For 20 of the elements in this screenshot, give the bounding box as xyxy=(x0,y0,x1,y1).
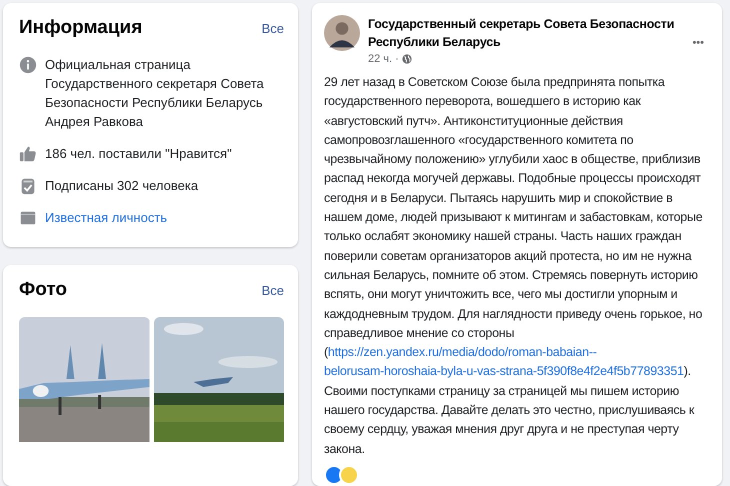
see-all-link[interactable]: Все xyxy=(262,282,284,298)
card-title: Информация xyxy=(19,17,142,39)
more-options-button[interactable]: ••• xyxy=(686,33,710,53)
info-icon xyxy=(19,56,37,74)
info-text: Официальная страница Государственного секретаря Совета Безопасности Республики Беларусь Андрея Равкова xyxy=(45,56,265,131)
post-link[interactable]: belorusam-horoshaia-byla-u-vas-strana-5f390f8e4f2e4f5b77893351 xyxy=(324,364,684,378)
avatar[interactable] xyxy=(324,15,360,51)
author-name[interactable]: Государственный секретарь Совета Безопасности Республики Беларусь xyxy=(368,15,678,51)
post-text: 29 лет назад в Советском Союзе была предпринята попытка государственного переворота, вошедшего в историю как «августовский путч». Антиконституционные действия самопровозглашенного «государственного комитета по чрезвычайному положению» углубили хаос в обществе, приблизив распад некогда могучей державы. Подобные процессы происходят сегодня и в Беларуси. Пытаясь нарушить мир и спокойствие в нашем доме, людей призывают к митингам и забастовкам, которые только ослабят экономику нашей страны. Часть наших граждан поверили советам организаторов акций протеста, но им не нужна сильная Беларусь, помните об этом. Стремясь повернуть историю вспять, они могут уничтожить все, чего мы достигли упорным и каждодневным трудом. Для наглядности приведу очень горькое, но справедливое мнение со стороны (https://zen.yandex.ru/media/dodo/roman-babaian-- belorusam-horoshaia-byla-u-vas-strana-5f390f8e4f2e4f5b77893351). Своими поступками страницу за страницей мы пишем историю нашего государства. Давайте делать это честно, прислушиваясь к своему сердцу, уважая мнения друг друга и не преступая черту закона. xyxy=(324,74,704,458)
thumbs-up-icon xyxy=(19,145,37,163)
category-link[interactable]: Известная личность xyxy=(45,208,168,227)
info-text: Подписаны 302 человека xyxy=(45,177,198,195)
see-all-link[interactable]: Все xyxy=(262,20,284,36)
globe-icon xyxy=(402,54,412,64)
checklist-icon xyxy=(19,177,37,195)
card-title: Фото xyxy=(19,279,68,301)
post-time[interactable]: 22 ч. · xyxy=(368,53,399,65)
post-link[interactable]: https://zen.yandex.ru/media/dodo/roman-babaian-- xyxy=(328,345,597,360)
info-text: 186 чел. поставили "Нравится" xyxy=(45,145,232,163)
folder-icon xyxy=(19,209,37,227)
